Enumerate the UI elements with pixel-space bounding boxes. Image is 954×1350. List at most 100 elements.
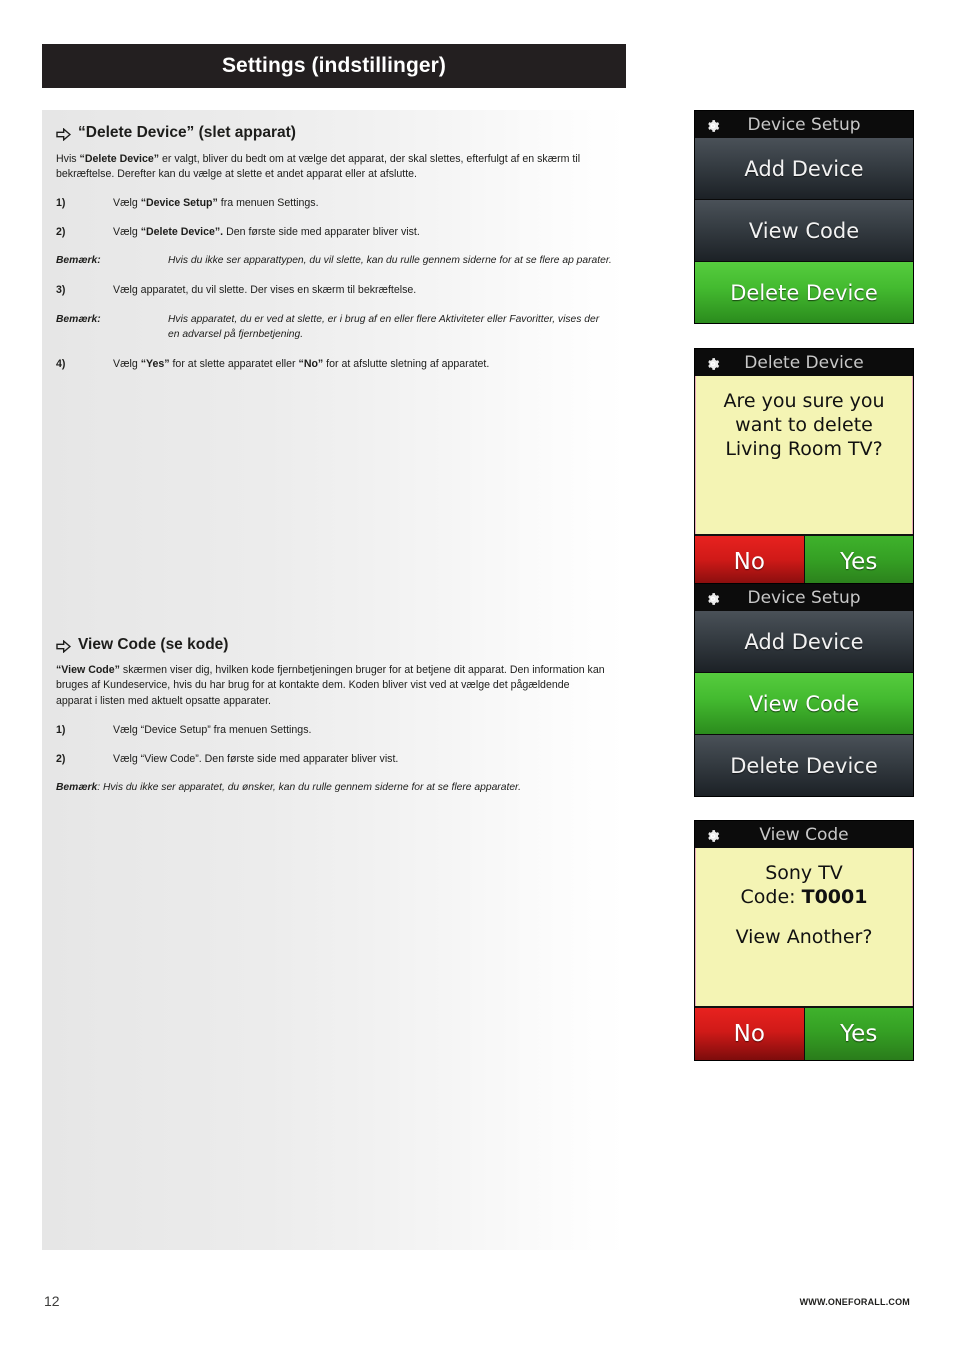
step-text: Vælg “Yes” for at slette apparatet eller… bbox=[113, 357, 612, 372]
screen-title-label: Delete Device bbox=[744, 352, 864, 373]
body-text: Den første side med apparater bliver vis… bbox=[223, 226, 420, 239]
content-panel: “Delete Device” (slet apparat) Hvis “Dele… bbox=[42, 110, 626, 1250]
body-text: Vælg “View Code”. Den første side med ap… bbox=[113, 752, 399, 765]
dialog-message-line: Are you sure you bbox=[723, 390, 885, 412]
section-heading: “Delete Device” (slet apparat) bbox=[56, 124, 612, 143]
gear-icon bbox=[706, 591, 720, 605]
menu-item-label: View Code bbox=[748, 691, 860, 716]
menu-item-add-device[interactable]: Add Device bbox=[695, 138, 913, 200]
device-screen-view-code-result: View Code Sony TV Code: T0001 View Another?… bbox=[694, 820, 914, 1061]
arrow-right-outline-icon bbox=[56, 639, 72, 654]
screen-title-label: Device Setup bbox=[747, 114, 861, 135]
button-label: No bbox=[733, 1021, 765, 1047]
body-text: skærmen viser dig, hvilken kode fjernbet… bbox=[56, 664, 605, 707]
page-header-bar: Settings (indstillinger) bbox=[42, 44, 626, 88]
dialog-message: Are you sure you want to delete Living Roo… bbox=[695, 376, 913, 534]
gear-icon bbox=[706, 828, 720, 842]
emphasis-text: “Delete Device” bbox=[79, 152, 160, 165]
menu-item-view-code[interactable]: View Code bbox=[695, 200, 913, 262]
menu-item-delete-device[interactable]: Delete Device bbox=[695, 262, 913, 323]
step-text: Vælg “Device Setup” fra menuen Settings. bbox=[113, 196, 612, 211]
button-label: Yes bbox=[840, 549, 878, 575]
step-text: Vælg “Delete Device”. Den første side me… bbox=[113, 225, 612, 240]
body-text: Vælg bbox=[113, 196, 141, 209]
screen-title-bar: Delete Device bbox=[695, 349, 913, 376]
gear-icon bbox=[708, 592, 720, 605]
menu-item-view-code[interactable]: View Code bbox=[695, 673, 913, 735]
body-text: fra menuen Settings. bbox=[217, 196, 319, 209]
dialog-message-line: Living Room TV? bbox=[725, 437, 883, 460]
section-heading-label: “Delete Device” (slet apparat) bbox=[78, 124, 296, 141]
menu-item-delete-device[interactable]: Delete Device bbox=[695, 735, 913, 796]
emphasis-text: “Yes” bbox=[140, 357, 170, 370]
step-number: 1) bbox=[56, 196, 66, 209]
yes-button[interactable]: Yes bbox=[803, 1008, 913, 1060]
menu-item-add-device[interactable]: Add Device bbox=[695, 611, 913, 673]
section-intro-paragraph: “View Code” skærmen viser dig, hvilken k… bbox=[56, 663, 608, 708]
body-text: Hvis bbox=[56, 152, 80, 165]
menu-item-label: Add Device bbox=[744, 629, 864, 654]
arrow-right-outline-icon bbox=[56, 127, 72, 142]
dialog-message: Sony TV Code: T0001 View Another? bbox=[695, 848, 913, 1006]
note-text: Hvis apparatet, du er ved at slette, er … bbox=[168, 313, 600, 340]
section-heading-label: View Code (se kode) bbox=[78, 635, 229, 653]
numbered-step: 1) Vælg “Device Setup” fra menuen Setting… bbox=[56, 196, 612, 211]
body-text: Vælg bbox=[113, 357, 141, 370]
dialog-message-line: Sony TV bbox=[765, 862, 843, 884]
button-label: Yes bbox=[840, 1021, 878, 1047]
dialog-code-line: Code: T0001 bbox=[704, 886, 904, 910]
no-button[interactable]: No bbox=[695, 1008, 804, 1060]
note-text: : Hvis du ikke ser apparatet, du ønsker,… bbox=[97, 782, 521, 794]
step-text: Vælg “Device Setup” fra menuen Settings. bbox=[113, 723, 612, 738]
dialog-button-row: No Yes bbox=[695, 1006, 913, 1060]
page-title: Settings (indstillinger) bbox=[221, 54, 447, 77]
screen-title-bar: Device Setup bbox=[695, 111, 913, 138]
step-number: 1) bbox=[56, 723, 66, 736]
numbered-step: 2) Vælg “Delete Device”. Den første side … bbox=[56, 225, 612, 240]
body-text: for at slette apparatet eller bbox=[169, 357, 299, 370]
screen-title-label: View Code bbox=[759, 824, 849, 845]
doc-section: “Delete Device” (slet apparat) Hvis “Dele… bbox=[42, 110, 626, 372]
no-button[interactable]: No bbox=[695, 536, 804, 588]
doc-section: View Code (se kode) “View Code” skærmen v… bbox=[42, 636, 626, 796]
device-screen-delete-device-confirm: Delete Device Are you sure you want to del… bbox=[694, 348, 914, 589]
arrow-right-outline-icon bbox=[56, 127, 72, 142]
step-text: Vælg “View Code”. Den første side med ap… bbox=[113, 752, 612, 767]
note-label: Bemærk: bbox=[56, 313, 101, 325]
numbered-step: 4) Vælg “Yes” for at slette apparatet ell… bbox=[56, 357, 612, 372]
gear-icon bbox=[706, 356, 720, 370]
step-number: 2) bbox=[56, 226, 66, 239]
device-screen-device-setup-delete-highlighted: Device Setup Add Device View Code Delete De… bbox=[694, 110, 914, 324]
note-block: Bemærk: Hvis du ikke ser apparattypen, du… bbox=[56, 254, 612, 269]
yes-button[interactable]: Yes bbox=[803, 536, 913, 588]
code-value: T0001 bbox=[801, 885, 868, 908]
numbered-step: 2) Vælg “View Code”. Den første side med … bbox=[56, 752, 612, 767]
gear-icon bbox=[708, 119, 720, 132]
menu-item-label: Delete Device bbox=[730, 753, 878, 778]
gear-icon bbox=[706, 118, 720, 132]
emphasis-text: “Delete Device”. bbox=[140, 226, 224, 239]
footer-website: WWW.ONEFORALL.COM bbox=[799, 1297, 910, 1307]
menu-item-label: Add Device bbox=[744, 156, 864, 181]
step-number: 4) bbox=[56, 357, 66, 370]
gear-icon bbox=[708, 829, 720, 842]
body-text: Vælg “Device Setup” fra menuen Settings. bbox=[113, 723, 312, 736]
note-block: Bemærk: Hvis du ikke ser apparatet, du ø… bbox=[56, 781, 576, 796]
body-text: for at afslutte sletning af apparatet. bbox=[323, 357, 490, 370]
note-block: Bemærk: Hvis apparatet, du er ved at slet… bbox=[56, 313, 612, 343]
footer-page-number: 12 bbox=[44, 1293, 60, 1309]
button-label: No bbox=[733, 549, 765, 575]
menu-item-label: Delete Device bbox=[730, 280, 878, 305]
emphasis-text: “View Code” bbox=[56, 664, 120, 677]
numbered-step: 1) Vælg “Device Setup” fra menuen Setting… bbox=[56, 723, 612, 738]
dialog-button-row: No Yes bbox=[695, 534, 913, 588]
arrow-right-outline-icon bbox=[56, 639, 72, 654]
dialog-message-line: want to delete bbox=[735, 413, 873, 436]
step-number: 2) bbox=[56, 752, 66, 765]
note-label: Bemærk bbox=[56, 782, 98, 794]
emphasis-text: “No” bbox=[298, 357, 324, 370]
emphasis-text: “Device Setup” bbox=[140, 196, 218, 209]
step-number: 3) bbox=[56, 284, 66, 297]
gear-icon bbox=[708, 357, 720, 370]
section-heading: View Code (se kode) bbox=[56, 636, 612, 655]
